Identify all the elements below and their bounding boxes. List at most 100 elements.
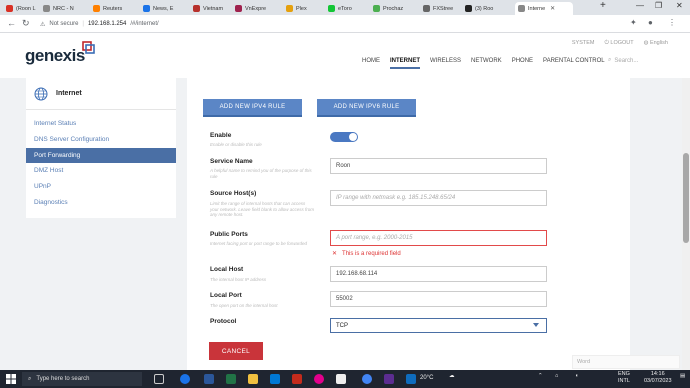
system-link[interactable]: SYSTEM bbox=[572, 40, 595, 47]
app-icon[interactable] bbox=[384, 374, 394, 384]
tab-label: Plex bbox=[296, 5, 307, 12]
browser-tab[interactable]: Prochaz bbox=[370, 2, 418, 15]
nav-internet[interactable]: INTERNET bbox=[390, 58, 420, 69]
task-view-icon[interactable] bbox=[154, 374, 164, 384]
browser-tab[interactable]: eToro bbox=[325, 2, 369, 15]
nav-parental-control[interactable]: PARENTAL CONTROL bbox=[543, 58, 605, 69]
tab-favicon-icon bbox=[373, 5, 380, 12]
tab-favicon-icon bbox=[328, 5, 335, 12]
local-port-help: The open port on the internal host bbox=[210, 303, 278, 308]
local-port-field[interactable]: 55002 bbox=[330, 291, 547, 307]
tab-favicon-icon bbox=[423, 5, 430, 12]
overlay-watermark: Word bbox=[572, 355, 680, 369]
browser-tab[interactable]: News, E bbox=[140, 2, 188, 15]
volume-icon[interactable]: ◖ bbox=[575, 373, 578, 379]
tab-label: eToro bbox=[338, 5, 352, 12]
nav-phone[interactable]: PHONE bbox=[512, 58, 533, 69]
excel-icon[interactable] bbox=[226, 374, 236, 384]
sidebar-item-port-forwarding[interactable]: Port Forwarding bbox=[26, 147, 176, 164]
logout-link[interactable]: ⏻ LOGOUT bbox=[605, 40, 634, 47]
profile-icon[interactable]: ● bbox=[648, 18, 653, 27]
sidebar-item-upnp[interactable]: UPnP bbox=[26, 179, 176, 195]
browser-tab[interactable]: Interne ✕ bbox=[515, 2, 573, 15]
app-icon[interactable] bbox=[336, 374, 346, 384]
weather-temp[interactable]: 20°C bbox=[420, 375, 433, 381]
file-explorer-icon[interactable] bbox=[248, 374, 258, 384]
browser-tab[interactable]: Reuters bbox=[90, 2, 138, 15]
tab-label: FXStree bbox=[433, 5, 454, 12]
media-icon[interactable] bbox=[314, 374, 324, 384]
windows-taskbar: ⌕ Type here to search 20°C ☁ ⌃ ⌂ ◖ ENG IN… bbox=[0, 370, 690, 388]
chrome-icon[interactable] bbox=[362, 374, 372, 384]
language-select[interactable]: ◍ English bbox=[644, 40, 668, 47]
scrollbar-thumb[interactable] bbox=[683, 153, 689, 243]
lang-bottom: INTL bbox=[618, 377, 630, 384]
browser-tab[interactable]: NRC - N bbox=[40, 2, 88, 15]
sidebar-item-internet-status[interactable]: Internet Status bbox=[26, 116, 176, 132]
search-icon: ⌕ bbox=[608, 57, 612, 63]
notification-icon[interactable]: ▤ bbox=[680, 373, 685, 379]
extensions-icon[interactable]: ✦ bbox=[630, 18, 637, 27]
tab-label: Vietnam bbox=[203, 5, 224, 12]
genexis-logo: genexis bbox=[25, 46, 85, 65]
nav-wireless[interactable]: WIRELESS bbox=[430, 58, 461, 69]
maximize-button[interactable]: ❐ bbox=[655, 1, 662, 10]
tab-label: (Roon L bbox=[16, 5, 36, 12]
top-links: SYSTEM ⏻ LOGOUT ◍ English bbox=[572, 40, 668, 47]
source-hosts-field[interactable]: IP range with netmask e.g. 185.15.248.65… bbox=[330, 190, 547, 206]
browser-tab[interactable]: FXStree bbox=[420, 2, 460, 15]
taskbar-search-placeholder: Type here to search bbox=[36, 376, 90, 382]
menu-icon[interactable]: ⋮ bbox=[668, 18, 676, 27]
tab-label: NRC - N bbox=[53, 5, 74, 12]
minimize-button[interactable]: — bbox=[636, 1, 644, 10]
add-ipv4-rule-button[interactable]: ADD NEW IPV4 RULE bbox=[203, 99, 302, 117]
tray-chevron-icon[interactable]: ⌃ bbox=[538, 373, 543, 379]
browser-tab[interactable]: (3) Roo bbox=[462, 2, 514, 15]
public-ports-field[interactable]: A port range, e.g. 2000-2015 bbox=[330, 230, 547, 246]
local-host-field[interactable]: 192.168.68.114 bbox=[330, 266, 547, 282]
word-icon[interactable] bbox=[204, 374, 214, 384]
close-window-button[interactable]: ✕ bbox=[676, 1, 683, 10]
browser-tab[interactable]: VnExpre bbox=[232, 2, 282, 15]
chrome-icon[interactable] bbox=[180, 374, 190, 384]
sidebar-item-dns-server-configuration[interactable]: DNS Server Configuration bbox=[26, 132, 176, 148]
browser-tab-strip: — ❐ ✕ + (Roon L NRC - N Reuters News, E Viet… bbox=[0, 0, 690, 15]
tab-favicon-icon bbox=[465, 5, 472, 12]
service-name-field[interactable]: Roon bbox=[330, 158, 547, 174]
enable-toggle[interactable] bbox=[330, 132, 358, 142]
add-ipv6-rule-button[interactable]: ADD NEW IPV6 RULE bbox=[317, 99, 416, 117]
taskbar-search[interactable]: ⌕ Type here to search bbox=[22, 372, 142, 386]
language-indicator[interactable]: ENG INTL bbox=[618, 371, 630, 384]
windows-start-icon[interactable] bbox=[6, 374, 16, 384]
tab-label: News, E bbox=[153, 5, 174, 12]
app-icon[interactable] bbox=[292, 374, 302, 384]
protocol-select[interactable]: TCP bbox=[330, 318, 547, 333]
reload-icon[interactable]: ↻ bbox=[22, 18, 30, 29]
cancel-button[interactable]: CANCEL bbox=[209, 342, 263, 360]
browser-tab[interactable]: (Roon L bbox=[3, 2, 39, 15]
sidebar-item-dmz-host[interactable]: DMZ Host bbox=[26, 163, 176, 179]
browser-tab[interactable]: Plex bbox=[283, 2, 323, 15]
url-field[interactable]: ⚠ Not secure | 192.168.1.254/#/internet/ bbox=[40, 18, 620, 30]
new-tab-button[interactable]: + bbox=[600, 0, 606, 11]
clock[interactable]: 14:16 03/07/2023 bbox=[644, 371, 672, 384]
back-icon[interactable]: ← bbox=[7, 18, 16, 28]
chevron-down-icon bbox=[533, 323, 539, 327]
network-icon[interactable]: ⌂ bbox=[555, 373, 558, 379]
close-tab-icon[interactable]: ✕ bbox=[550, 5, 555, 12]
sidebar-item-diagnostics[interactable]: Diagnostics bbox=[26, 195, 176, 211]
app-icon[interactable] bbox=[406, 374, 416, 384]
local-port-label: Local Port bbox=[210, 292, 242, 299]
error-text: This is a required field bbox=[342, 250, 401, 257]
local-host-label: Local Host bbox=[210, 266, 244, 273]
page-scrollbar[interactable] bbox=[682, 78, 690, 370]
sidebar-list: Internet Status DNS Server Configuration P… bbox=[26, 110, 176, 211]
mail-icon[interactable] bbox=[270, 374, 280, 384]
lang-top: ENG bbox=[618, 371, 630, 377]
sidebar: Internet Internet Status DNS Server Confi… bbox=[26, 78, 176, 218]
browser-tab[interactable]: Vietnam bbox=[190, 2, 230, 15]
nav-network[interactable]: NETWORK bbox=[471, 58, 502, 69]
nav-home[interactable]: HOME bbox=[362, 58, 380, 69]
search-box[interactable]: ⌕ Search... bbox=[608, 57, 638, 64]
public-ports-error: ✕ This is a required field bbox=[332, 250, 401, 258]
